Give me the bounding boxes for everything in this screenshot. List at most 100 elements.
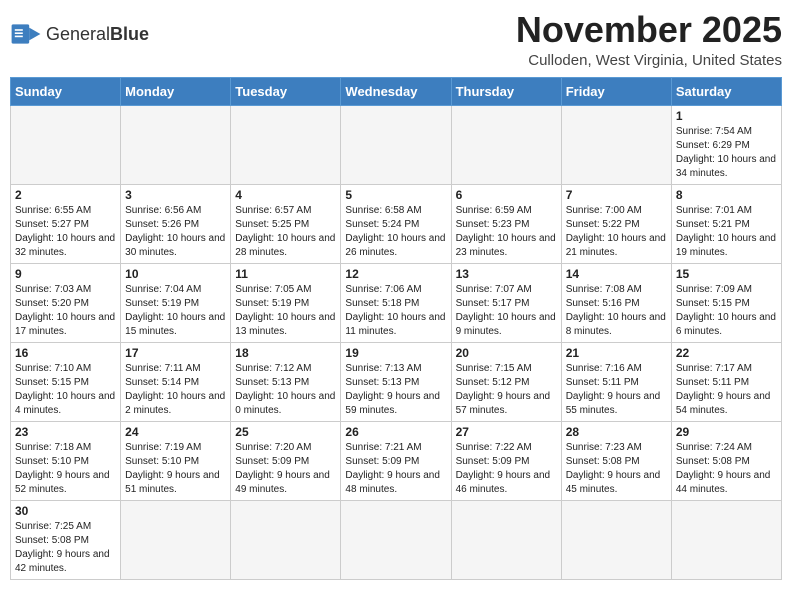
calendar-cell-w1-d5 <box>451 105 561 184</box>
calendar-cell-w3-d2: 10Sunrise: 7:04 AM Sunset: 5:19 PM Dayli… <box>121 263 231 342</box>
calendar-cell-w5-d3: 25 Sunrise: 7:20 AM Sunset: 5:09 PM Dayli… <box>231 421 341 500</box>
day-info: Sunrise: 7:05 AM Sunset: 5:19 PM Dayligh… <box>235 283 336 339</box>
day-number: 25 <box>235 425 336 439</box>
day-info: Sunrise: 7:08 AM Sunset: 5:16 PM Dayligh… <box>566 283 667 339</box>
day-info: Sunrise: 7:12 AM Sunset: 5:13 PM Dayligh… <box>235 362 336 418</box>
day-info: Sunrise: 7:54 AM Sunset: 6:29 PM Dayligh… <box>676 125 777 181</box>
calendar-week-5: 23 Sunrise: 7:18 AM Sunset: 5:10 PM Dayli… <box>11 421 782 500</box>
calendar-cell-w5-d1: 23 Sunrise: 7:18 AM Sunset: 5:10 PM Dayli… <box>11 421 121 500</box>
calendar-cell-w2-d1: 2 Sunrise: 6:55 AM Sunset: 5:27 PM Daylig… <box>11 184 121 263</box>
calendar-cell-w2-d7: 8Sunrise: 7:01 AM Sunset: 5:21 PM Daylig… <box>671 184 781 263</box>
calendar-cell-w2-d5: 6Sunrise: 6:59 AM Sunset: 5:23 PM Daylig… <box>451 184 561 263</box>
day-info: Sunrise: 7:01 AM Sunset: 5:21 PM Dayligh… <box>676 204 777 260</box>
day-number: 28 <box>566 425 667 439</box>
day-info: Sunrise: 7:16 AM Sunset: 5:11 PM Dayligh… <box>566 362 667 418</box>
day-info: Sunrise: 7:24 AM Sunset: 5:08 PM Dayligh… <box>676 441 777 497</box>
calendar-cell-w3-d7: 15 Sunrise: 7:09 AM Sunset: 5:15 PM Dayli… <box>671 263 781 342</box>
day-number: 29 <box>676 425 777 439</box>
calendar-cell-w3-d6: 14 Sunrise: 7:08 AM Sunset: 5:16 PM Dayli… <box>561 263 671 342</box>
day-info: Sunrise: 7:09 AM Sunset: 5:15 PM Dayligh… <box>676 283 777 339</box>
calendar-week-1: 1 Sunrise: 7:54 AM Sunset: 6:29 PM Daylig… <box>11 105 782 184</box>
day-info: Sunrise: 7:17 AM Sunset: 5:11 PM Dayligh… <box>676 362 777 418</box>
header-friday: Friday <box>561 77 671 105</box>
day-number: 22 <box>676 346 777 360</box>
day-number: 21 <box>566 346 667 360</box>
day-info: Sunrise: 7:13 AM Sunset: 5:13 PM Dayligh… <box>345 362 446 418</box>
calendar-cell-w4-d3: 18 Sunrise: 7:12 AM Sunset: 5:13 PM Dayli… <box>231 342 341 421</box>
calendar-cell-w1-d7: 1 Sunrise: 7:54 AM Sunset: 6:29 PM Daylig… <box>671 105 781 184</box>
day-number: 14 <box>566 267 667 281</box>
calendar-cell-w5-d4: 26Sunrise: 7:21 AM Sunset: 5:09 PM Dayli… <box>341 421 451 500</box>
calendar-cell-w5-d7: 29 Sunrise: 7:24 AM Sunset: 5:08 PM Dayli… <box>671 421 781 500</box>
day-number: 16 <box>15 346 116 360</box>
day-info: Sunrise: 6:56 AM Sunset: 5:26 PM Dayligh… <box>125 204 226 260</box>
calendar-cell-w3-d3: 11 Sunrise: 7:05 AM Sunset: 5:19 PM Dayli… <box>231 263 341 342</box>
day-info: Sunrise: 7:20 AM Sunset: 5:09 PM Dayligh… <box>235 441 336 497</box>
day-number: 23 <box>15 425 116 439</box>
day-info: Sunrise: 7:22 AM Sunset: 5:09 PM Dayligh… <box>456 441 557 497</box>
calendar-cell-w6-d7 <box>671 500 781 579</box>
day-number: 1 <box>676 109 777 123</box>
day-number: 26 <box>345 425 446 439</box>
calendar-cell-w1-d6 <box>561 105 671 184</box>
calendar-cell-w2-d2: 3 Sunrise: 6:56 AM Sunset: 5:26 PM Daylig… <box>121 184 231 263</box>
day-number: 27 <box>456 425 557 439</box>
calendar-cell-w1-d1 <box>11 105 121 184</box>
day-number: 15 <box>676 267 777 281</box>
day-number: 24 <box>125 425 226 439</box>
day-number: 7 <box>566 188 667 202</box>
day-number: 11 <box>235 267 336 281</box>
day-info: Sunrise: 6:55 AM Sunset: 5:27 PM Dayligh… <box>15 204 116 260</box>
calendar-week-2: 2 Sunrise: 6:55 AM Sunset: 5:27 PM Daylig… <box>11 184 782 263</box>
day-info: Sunrise: 7:25 AM Sunset: 5:08 PM Dayligh… <box>15 520 116 576</box>
day-info: Sunrise: 7:11 AM Sunset: 5:14 PM Dayligh… <box>125 362 226 418</box>
calendar-subtitle: Culloden, West Virginia, United States <box>516 52 782 69</box>
calendar-week-6: 30 Sunrise: 7:25 AM Sunset: 5:08 PM Dayli… <box>11 500 782 579</box>
calendar-cell-w4-d6: 21 Sunrise: 7:16 AM Sunset: 5:11 PM Dayli… <box>561 342 671 421</box>
calendar-cell-w2-d4: 5Sunrise: 6:58 AM Sunset: 5:24 PM Daylig… <box>341 184 451 263</box>
day-number: 9 <box>15 267 116 281</box>
calendar-cell-w1-d2 <box>121 105 231 184</box>
day-number: 13 <box>456 267 557 281</box>
logo-text: GeneralBlue <box>46 25 149 43</box>
header-tuesday: Tuesday <box>231 77 341 105</box>
calendar-cell-w6-d5 <box>451 500 561 579</box>
day-number: 3 <box>125 188 226 202</box>
day-info: Sunrise: 6:59 AM Sunset: 5:23 PM Dayligh… <box>456 204 557 260</box>
calendar-cell-w2-d6: 7Sunrise: 7:00 AM Sunset: 5:22 PM Daylig… <box>561 184 671 263</box>
day-info: Sunrise: 6:58 AM Sunset: 5:24 PM Dayligh… <box>345 204 446 260</box>
day-info: Sunrise: 7:03 AM Sunset: 5:20 PM Dayligh… <box>15 283 116 339</box>
calendar-cell-w4-d2: 17 Sunrise: 7:11 AM Sunset: 5:14 PM Dayli… <box>121 342 231 421</box>
day-info: Sunrise: 7:06 AM Sunset: 5:18 PM Dayligh… <box>345 283 446 339</box>
day-number: 20 <box>456 346 557 360</box>
calendar-title: November 2025 <box>516 10 782 50</box>
day-number: 18 <box>235 346 336 360</box>
generalblue-logo-icon <box>10 18 42 50</box>
day-info: Sunrise: 7:04 AM Sunset: 5:19 PM Dayligh… <box>125 283 226 339</box>
calendar-cell-w5-d6: 28 Sunrise: 7:23 AM Sunset: 5:08 PM Dayli… <box>561 421 671 500</box>
day-info: Sunrise: 7:23 AM Sunset: 5:08 PM Dayligh… <box>566 441 667 497</box>
day-info: Sunrise: 7:15 AM Sunset: 5:12 PM Dayligh… <box>456 362 557 418</box>
calendar-cell-w6-d6 <box>561 500 671 579</box>
day-number: 2 <box>15 188 116 202</box>
day-number: 30 <box>15 504 116 518</box>
calendar-cell-w3-d5: 13Sunrise: 7:07 AM Sunset: 5:17 PM Dayli… <box>451 263 561 342</box>
day-info: Sunrise: 7:10 AM Sunset: 5:15 PM Dayligh… <box>15 362 116 418</box>
calendar-cell-w1-d4 <box>341 105 451 184</box>
calendar-cell-w2-d3: 4Sunrise: 6:57 AM Sunset: 5:25 PM Daylig… <box>231 184 341 263</box>
day-info: Sunrise: 7:18 AM Sunset: 5:10 PM Dayligh… <box>15 441 116 497</box>
header-saturday: Saturday <box>671 77 781 105</box>
header-sunday: Sunday <box>11 77 121 105</box>
calendar-cell-w1-d3 <box>231 105 341 184</box>
calendar-cell-w3-d4: 12Sunrise: 7:06 AM Sunset: 5:18 PM Dayli… <box>341 263 451 342</box>
calendar-cell-w3-d1: 9 Sunrise: 7:03 AM Sunset: 5:20 PM Daylig… <box>11 263 121 342</box>
page-container: GeneralBlue November 2025 Culloden, West… <box>10 10 782 580</box>
calendar-cell-w6-d2 <box>121 500 231 579</box>
day-info: Sunrise: 6:57 AM Sunset: 5:25 PM Dayligh… <box>235 204 336 260</box>
calendar-cell-w5-d2: 24Sunrise: 7:19 AM Sunset: 5:10 PM Dayli… <box>121 421 231 500</box>
logo: GeneralBlue <box>10 10 149 50</box>
calendar-table: Sunday Monday Tuesday Wednesday Thursday… <box>10 77 782 580</box>
day-number: 17 <box>125 346 226 360</box>
day-number: 19 <box>345 346 446 360</box>
calendar-cell-w4-d5: 20 Sunrise: 7:15 AM Sunset: 5:12 PM Dayli… <box>451 342 561 421</box>
